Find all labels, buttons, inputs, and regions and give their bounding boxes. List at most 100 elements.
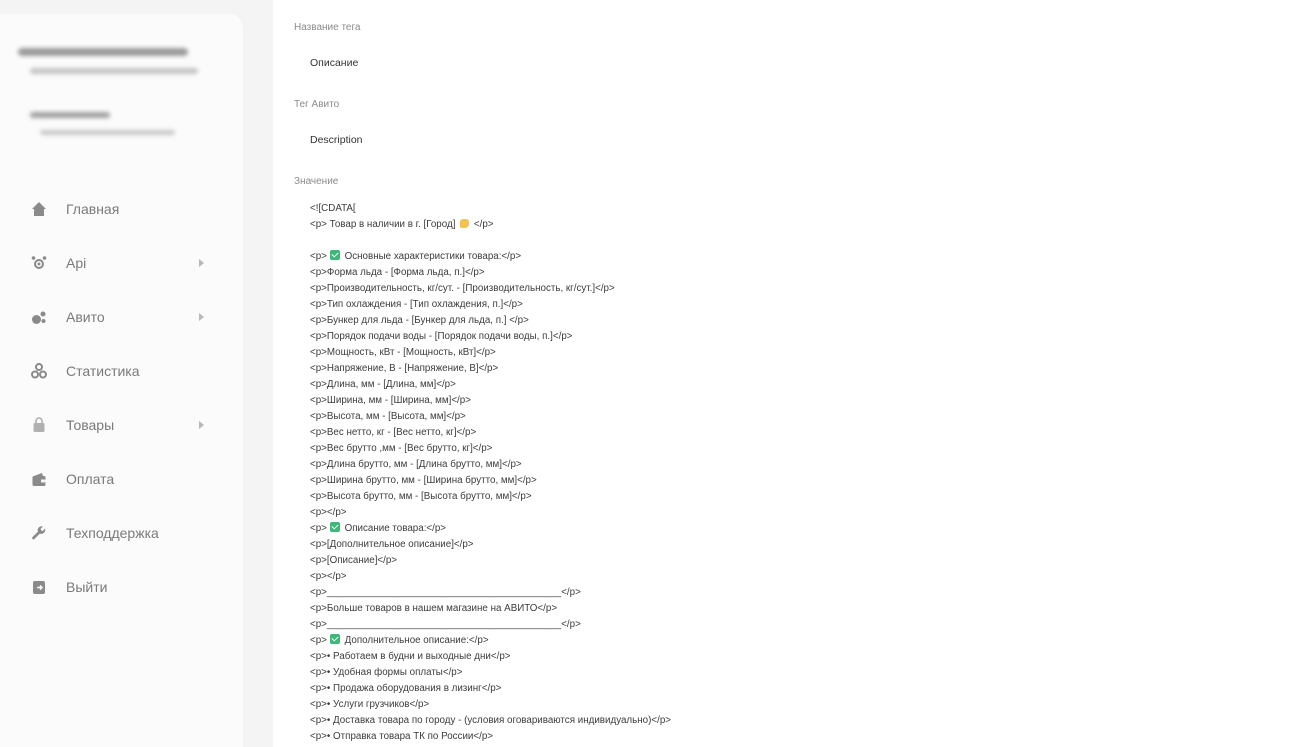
code-line: <p>Форма льда - [Форма льда, п.]</p> [310, 265, 1290, 281]
sidebar-item-label: Авито [66, 309, 105, 325]
code-line: <p>_____________________________________… [310, 617, 1290, 633]
code-line-text: Основные характеристики товара:</p> [341, 251, 522, 262]
checkmark-icon [329, 634, 340, 644]
code-line-text: <p> [310, 523, 327, 534]
sidebar-item-payment[interactable]: Оплата [0, 452, 243, 506]
blurred-balance-label [30, 112, 110, 118]
code-line: <p> Основные характеристики товара:</p> [310, 249, 1290, 265]
code-line: <p>• Продажа оборудования в лизинг</p> [310, 681, 1290, 697]
code-line: <p>Мощность, кВт - [Мощность, кВт]</p> [310, 345, 1290, 361]
checkmark-icon [329, 250, 340, 260]
code-line: <p>• Удобная формы оплаты</p> [310, 665, 1290, 681]
code-line-text: <p>Длина, мм - [Длина, мм]</p> [310, 379, 456, 390]
home-icon [30, 200, 48, 218]
thumbs-up-icon [460, 219, 470, 228]
code-line-text: <p>Форма льда - [Форма льда, п.]</p> [310, 267, 485, 278]
sidebar-item-avito[interactable]: Авито [0, 290, 243, 344]
code-line: <p>• Отправка товара ТК по России</p> [310, 729, 1290, 745]
code-line-text: <p>Тип охлаждения - [Тип охлаждения, п.]… [310, 299, 523, 310]
avito-tag-field[interactable]: Description [294, 123, 1306, 157]
sidebar: Главная Api Авито Статистика Товары Опла… [0, 14, 243, 747]
sidebar-nav: Главная Api Авито Статистика Товары Опла… [0, 182, 243, 614]
wallet-icon [30, 470, 48, 488]
value-label: Значение [294, 176, 339, 187]
code-line-text: <p> [310, 251, 327, 262]
code-line-text: <p>Вес нетто, кг - [Вес нетто, кг]</p> [310, 427, 477, 438]
sidebar-item-statistics[interactable]: Статистика [0, 344, 243, 398]
blurred-account-detail [30, 68, 198, 74]
code-line: <p>• Работаем в будни и выходные дни</p> [310, 649, 1290, 665]
code-line-text: <p>_____________________________________… [310, 619, 581, 630]
code-line-text: <p>Длина брутто, мм - [Длина брутто, мм]… [310, 459, 522, 470]
code-line: <p> Описание товара:</p> [310, 521, 1290, 537]
code-line-text: <p>• Услуги грузчиков</p> [310, 699, 430, 710]
sidebar-item-label: Техподдержка [66, 525, 159, 541]
blurred-account-name [18, 48, 188, 56]
code-line: <p> Дополнительное описание:</p> [310, 633, 1290, 649]
code-line-text: <p>• Продажа оборудования в лизинг</p> [310, 683, 502, 694]
code-line-text: <p>Ширина брутто, мм - [Ширина брутто, м… [310, 475, 537, 486]
code-line-text: <p>Мощность, кВт - [Мощность, кВт]</p> [310, 347, 496, 358]
code-line: <p>Ширина, мм - [Ширина, мм]</p> [310, 393, 1290, 409]
code-line-text: <p>_____________________________________… [310, 587, 581, 598]
checkmark-icon [329, 522, 340, 532]
code-line: <p>Ширина брутто, мм - [Ширина брутто, м… [310, 473, 1290, 489]
chevron-right-icon [199, 421, 204, 429]
code-line-text: <p>• Отправка товара ТК по России</p> [310, 731, 494, 742]
sidebar-item-api[interactable]: Api [0, 236, 243, 290]
code-line-text: <p>Ширина, мм - [Ширина, мм]</p> [310, 395, 471, 406]
sidebar-item-label: Товары [66, 417, 115, 433]
code-line-text: <p>Больше товаров в нашем магазине на АВ… [310, 603, 558, 614]
code-line-text: <p>[Описание]</p> [310, 555, 398, 566]
code-line-text: Дополнительное описание:</p> [341, 635, 489, 646]
tag-name-label: Название тега [294, 22, 361, 33]
avito-tag-label: Тег Авито [294, 99, 340, 110]
code-line: <p>Длина, мм - [Длина, мм]</p> [310, 377, 1290, 393]
code-line: <p>Бункер для льда - [Бункер для льда, п… [310, 313, 1290, 329]
sidebar-item-home[interactable]: Главная [0, 182, 243, 236]
code-line-text: <p>• Работаем в будни и выходные дни</p> [310, 651, 511, 662]
chevron-right-icon [199, 313, 204, 321]
code-line: <p>Производительность, кг/сут. - [Произв… [310, 281, 1290, 297]
code-line-text: <p> Товар в наличии в г. [Город] [310, 219, 459, 230]
code-line: <p>Напряжение, В - [Напряжение, В]</p> [310, 361, 1290, 377]
code-line-text: <p></p> [310, 507, 347, 518]
code-line-text: <p>Производительность, кг/сут. - [Произв… [310, 283, 615, 294]
sidebar-item-label: Выйти [66, 579, 108, 595]
sidebar-item-logout[interactable]: Выйти [0, 560, 243, 614]
sidebar-item-products[interactable]: Товары [0, 398, 243, 452]
statistics-icon [30, 362, 48, 380]
sidebar-item-support[interactable]: Техподдержка [0, 506, 243, 560]
code-line: <p>[Дополнительное описание]</p> [310, 537, 1290, 553]
code-line: <p>Высота брутто, мм - [Высота брутто, м… [310, 489, 1290, 505]
code-line: <p>Тип охлаждения - [Тип охлаждения, п.]… [310, 297, 1290, 313]
code-line: <p>_____________________________________… [310, 585, 1290, 601]
code-line: <p></p> [310, 505, 1290, 521]
products-icon [30, 416, 48, 434]
code-line-text: <p>Порядок подачи воды - [Порядок подачи… [310, 331, 573, 342]
avito-tag-value: Description [310, 134, 363, 146]
code-line-text: </p> [471, 219, 494, 230]
code-line: <p>Вес нетто, кг - [Вес нетто, кг]</p> [310, 425, 1290, 441]
code-line-text: <p> [310, 635, 327, 646]
code-line-text: <p>Бункер для льда - [Бункер для льда, п… [310, 315, 529, 326]
code-line-text: Описание товара:</p> [341, 523, 447, 534]
chevron-right-icon [199, 259, 204, 267]
logout-icon [30, 578, 48, 596]
code-line: <p>Длина брутто, мм - [Длина брутто, мм]… [310, 457, 1290, 473]
api-icon [30, 254, 48, 272]
tag-name-value: Описание [310, 57, 359, 69]
blurred-balance-value [40, 130, 175, 135]
code-line-text: <p>• Удобная формы оплаты</p> [310, 667, 463, 678]
tag-name-field[interactable]: Описание [294, 46, 1306, 80]
code-line-text: <p>Напряжение, В - [Напряжение, В]</p> [310, 363, 499, 374]
code-line: <p>Высота, мм - [Высота, мм]</p> [310, 409, 1290, 425]
code-line-text: <p>Высота, мм - [Высота, мм]</p> [310, 411, 466, 422]
sidebar-item-label: Api [66, 255, 87, 271]
code-line-text: <p></p> [310, 571, 347, 582]
sidebar-item-label: Оплата [66, 471, 115, 487]
value-code-content: <![CDATA[<p> Товар в наличии в г. [Город… [310, 201, 1290, 745]
code-line: <p>• Доставка товара по городу - (услови… [310, 713, 1290, 729]
wrench-icon [30, 524, 48, 542]
code-line-text: <p>[Дополнительное описание]</p> [310, 539, 474, 550]
